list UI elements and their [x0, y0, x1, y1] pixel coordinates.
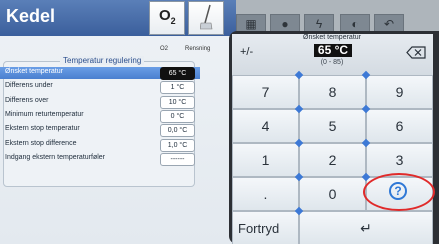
o2-button[interactable]: O2: [149, 1, 185, 35]
key-8[interactable]: 8: [299, 75, 366, 109]
enter-button[interactable]: ↵: [299, 211, 433, 244]
highlight-annotation-ring: [363, 173, 435, 211]
cancel-button[interactable]: Fortryd: [232, 211, 299, 244]
keypad-display: +/- Ønsket temperatur 65 °C (0 - 85): [232, 34, 433, 75]
o2-icon: O2: [159, 7, 176, 26]
setting-label: Differens under: [5, 82, 53, 89]
key-3[interactable]: 3: [366, 143, 433, 177]
o2-label: O2: [160, 46, 169, 52]
setting-value[interactable]: 1,0 °C: [160, 139, 195, 152]
setting-row-differens-over[interactable]: Differens over 10 °C: [0, 96, 200, 109]
key-decimal[interactable]: .: [232, 177, 299, 211]
key-1[interactable]: 1: [232, 143, 299, 177]
settings-panel: Kedel O2 O2 Rensning Temperatur reguleri…: [0, 0, 236, 244]
setting-row-external-stop-difference[interactable]: Ekstern stop difference 1,0 °C: [0, 139, 200, 152]
setting-label: Minimum returtemperatur: [5, 111, 84, 118]
setting-value[interactable]: ------: [160, 153, 195, 166]
screen: Kedel O2 O2 Rensning Temperatur reguleri…: [0, 0, 439, 244]
key-9[interactable]: 9: [366, 75, 433, 109]
setting-row-differens-under[interactable]: Differens under 1 °C: [0, 81, 200, 94]
section-title: Temperatur regulering: [60, 56, 145, 65]
rensning-button[interactable]: [188, 1, 224, 35]
app-title: Kedel: [6, 6, 56, 26]
setting-row-external-stop-temp[interactable]: Ekstern stop temperatur 0,0 °C: [0, 124, 200, 137]
keypad-range: (0 - 85): [320, 59, 344, 66]
key-5[interactable]: 5: [299, 109, 366, 143]
plus-minus-button[interactable]: +/-: [240, 46, 253, 58]
backspace-icon[interactable]: [406, 46, 426, 59]
setting-row-external-sensor-input[interactable]: Indgang ekstern temperaturføler ------: [0, 153, 200, 166]
key-2[interactable]: 2: [299, 143, 366, 177]
setting-value[interactable]: 1 °C: [160, 81, 195, 94]
rensning-label: Rensning: [185, 46, 211, 52]
broom-icon: [200, 4, 213, 30]
setting-value[interactable]: 65 °C: [160, 67, 195, 80]
setting-label: Ønsket temperatur: [5, 68, 63, 75]
setting-value[interactable]: 10 °C: [160, 96, 195, 109]
setting-row-desired-temperature[interactable]: Ønsket temperatur 65 °C: [0, 67, 200, 80]
key-6[interactable]: 6: [366, 109, 433, 143]
setting-label: Indgang ekstern temperaturføler: [5, 154, 105, 161]
setting-label: Ekstern stop temperatur: [5, 125, 80, 132]
setting-label: Differens over: [5, 97, 49, 104]
key-0[interactable]: 0: [299, 177, 366, 211]
key-4[interactable]: 4: [232, 109, 299, 143]
setting-value[interactable]: 0 °C: [160, 110, 195, 123]
setting-value[interactable]: 0,0 °C: [160, 124, 195, 137]
setting-label: Ekstern stop difference: [5, 140, 77, 147]
setting-row-minimum-return-temp[interactable]: Minimum returtemperatur 0 °C: [0, 110, 200, 123]
keypad-value: 65 °C: [314, 44, 352, 57]
key-7[interactable]: 7: [232, 75, 299, 109]
keypad-caption: Ønsket temperatur: [303, 34, 361, 41]
